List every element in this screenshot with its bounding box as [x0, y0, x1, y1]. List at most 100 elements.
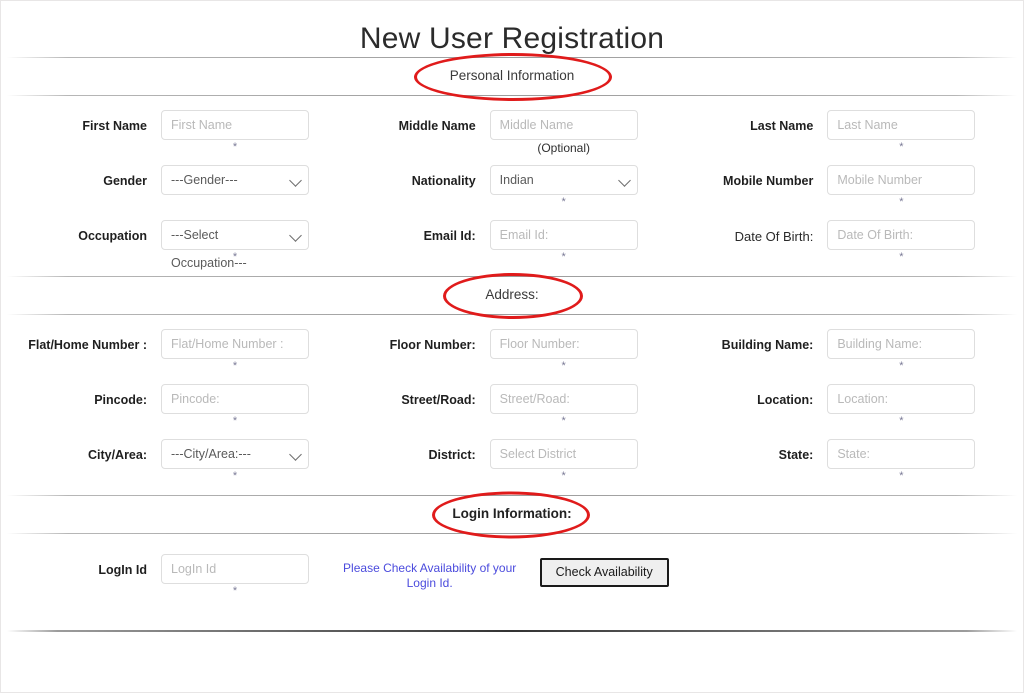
field-group-gender: Gender ---Gender--- — [1, 165, 342, 209]
select-wrap: ---Gender--- — [161, 165, 309, 195]
floor-number-input[interactable] — [489, 329, 638, 359]
first-name-input[interactable] — [161, 110, 309, 140]
section-title-address: Address: — [485, 287, 539, 302]
pincode-input[interactable] — [161, 384, 309, 414]
required-marker-date-of-birth: * — [899, 251, 904, 263]
required-marker-floor-number: * — [561, 360, 566, 372]
occupation-select[interactable]: ---Select Occupation--- — [161, 220, 309, 270]
middle-name-input[interactable] — [489, 110, 638, 140]
label-login-id: LogIn Id — [98, 563, 147, 577]
field-wrap: ---Gender--- — [161, 165, 309, 209]
field-group-occupation: Occupation ---Select Occupation--- * — [1, 220, 342, 270]
label-first-name: First Name — [82, 119, 147, 133]
label-floor-number: Floor Number: — [389, 338, 476, 352]
field-group-city-area: City/Area: ---City/Area:--- * — [1, 439, 342, 483]
page-title: New User Registration — [359, 22, 665, 55]
required-marker-city-area: * — [232, 470, 238, 482]
form-row: Flat/Home Number : * Floor Number: * Bui… — [1, 329, 1023, 373]
label-city-area: City/Area: — [87, 448, 147, 462]
form-row: Pincode: * Street/Road: * Location: * — [1, 384, 1023, 428]
field-wrap: ---City/Area:--- * — [161, 439, 309, 483]
required-marker-district: * — [561, 470, 566, 482]
check-availability-cell: Check Availability — [518, 554, 669, 587]
required-marker-mobile-number: * — [899, 196, 904, 208]
label-gender: Gender — [103, 174, 147, 188]
required-marker-pincode: * — [232, 415, 238, 427]
field-group-login-id: LogIn Id * — [1, 554, 342, 598]
field-wrap: Indian * — [489, 165, 638, 209]
mobile-number-input[interactable] — [827, 165, 976, 195]
login-note-line-1: Please Check Availability of — [343, 561, 490, 575]
section-body-personal-information: First Name * Middle Name (Optional) Last… — [1, 96, 1023, 276]
field-group-date-of-birth: Date Of Birth: * — [682, 220, 1023, 264]
label-district: District: — [428, 448, 476, 462]
section-header-login-information: Login Information: — [1, 491, 1023, 538]
field-wrap: * — [489, 384, 638, 428]
field-wrap: * — [161, 329, 309, 373]
last-name-input[interactable] — [827, 110, 976, 140]
select-wrap: Indian — [489, 165, 638, 195]
email-id-input[interactable] — [489, 220, 638, 250]
section-title-personal-information: Personal Information — [449, 68, 575, 83]
label-occupation: Occupation — [78, 229, 147, 243]
field-wrap: * — [489, 439, 638, 483]
form-row: Occupation ---Select Occupation--- * Ema… — [1, 220, 1023, 270]
city-area-select[interactable]: ---City/Area:--- — [161, 439, 309, 469]
login-id-input[interactable] — [161, 554, 309, 584]
field-wrap: * — [827, 329, 976, 373]
field-wrap: * — [161, 384, 309, 428]
label-last-name: Last Name — [750, 119, 814, 133]
required-marker-email-id: * — [561, 251, 566, 263]
label-email-id: Email Id: — [423, 229, 476, 243]
state-input[interactable] — [827, 439, 976, 469]
section-body-address: Flat/Home Number : * Floor Number: * Bui… — [1, 315, 1023, 495]
field-group-district: District: * — [342, 439, 683, 483]
label-street-road: Street/Road: — [401, 393, 476, 407]
flat-home-number-input[interactable] — [161, 329, 309, 359]
field-wrap: * — [161, 554, 309, 598]
field-wrap: * — [489, 220, 638, 264]
label-date-of-birth: Date Of Birth: — [734, 229, 814, 244]
nationality-select[interactable]: Indian — [489, 165, 638, 195]
district-input[interactable] — [489, 439, 638, 469]
street-road-input[interactable] — [489, 384, 638, 414]
optional-marker-middle-name: (Optional) — [537, 141, 591, 155]
check-availability-button[interactable]: Check Availability — [539, 558, 669, 587]
section-title-login-information: Login Information: — [452, 506, 572, 521]
field-wrap: (Optional) — [489, 110, 638, 155]
divider-bottom — [7, 630, 1017, 632]
field-group-flat-home-number: Flat/Home Number : * — [1, 329, 342, 373]
field-group-floor-number: Floor Number: * — [342, 329, 683, 373]
section-body-login-information: LogIn Id * Please Check Availability of … — [1, 534, 1023, 612]
field-group-street-road: Street/Road: * — [342, 384, 683, 428]
form-row: Gender ---Gender--- Nationality Indian *… — [1, 165, 1023, 209]
required-marker-street-road: * — [561, 415, 566, 427]
required-marker-gender — [161, 196, 309, 209]
field-group-last-name: Last Name * — [682, 110, 1023, 154]
required-marker-last-name: * — [899, 141, 904, 153]
gender-select[interactable]: ---Gender--- — [161, 165, 309, 195]
label-state: State: — [778, 448, 814, 462]
date-of-birth-input[interactable] — [827, 220, 976, 250]
building-name-input[interactable] — [827, 329, 976, 359]
field-group-building-name: Building Name: * — [682, 329, 1023, 373]
label-location: Location: — [757, 393, 814, 407]
field-wrap: * — [827, 220, 976, 264]
form-row: LogIn Id * Please Check Availability of … — [1, 554, 1023, 598]
field-group-mobile-number: Mobile Number * — [682, 165, 1023, 209]
required-marker-state: * — [899, 470, 904, 482]
field-group-middle-name: Middle Name (Optional) — [342, 110, 683, 155]
field-group-pincode: Pincode: * — [1, 384, 342, 428]
label-mobile-number: Mobile Number — [723, 174, 814, 188]
required-marker-location: * — [899, 415, 904, 427]
field-wrap: * — [827, 439, 976, 483]
field-wrap: * — [161, 110, 309, 154]
login-availability-note: Please Check Availability of your Login … — [342, 554, 518, 591]
field-group-first-name: First Name * — [1, 110, 342, 154]
bottom-spacer — [1, 612, 1023, 630]
label-nationality: Nationality — [411, 174, 476, 188]
section-header-personal-information: Personal Information — [1, 52, 1023, 101]
field-wrap: * — [827, 110, 976, 154]
field-wrap: * — [489, 329, 638, 373]
location-input[interactable] — [827, 384, 976, 414]
